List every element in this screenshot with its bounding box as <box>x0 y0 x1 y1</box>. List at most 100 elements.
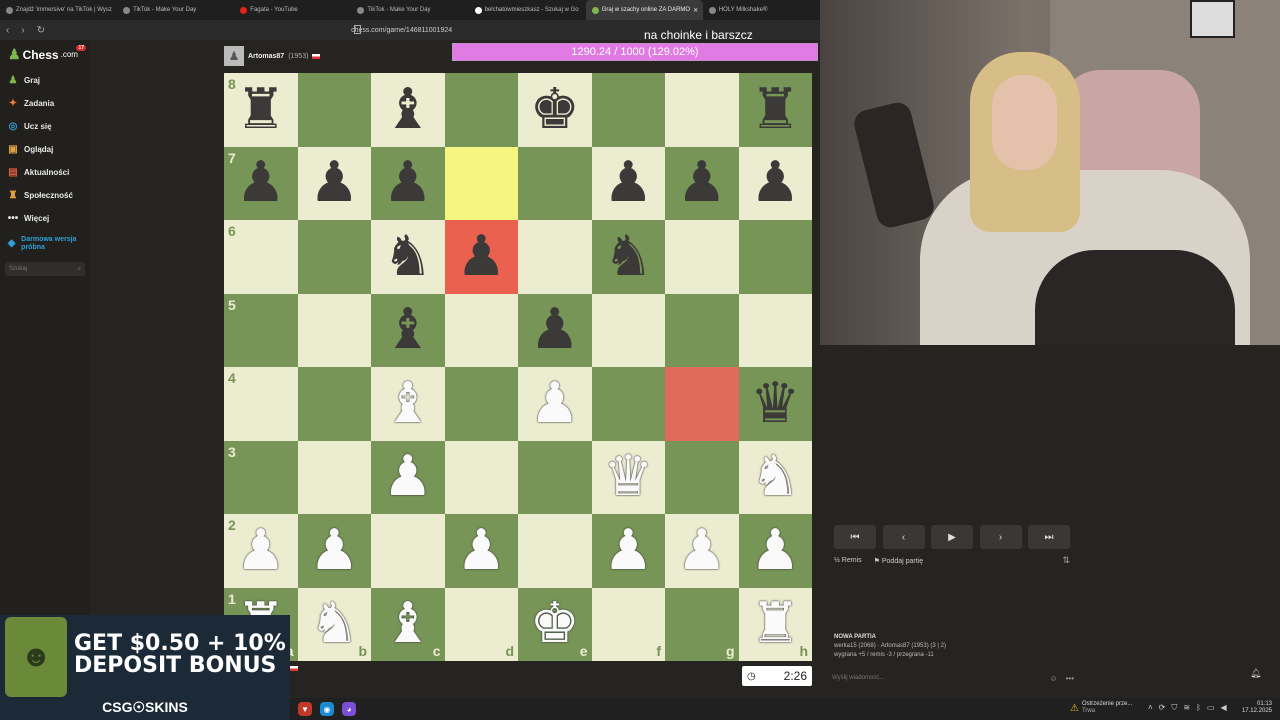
white-bishop-icon[interactable]: ♝ <box>383 596 433 652</box>
square-b4[interactable] <box>297 367 371 441</box>
square-g6[interactable] <box>665 220 739 294</box>
black-rook-icon[interactable]: ♜ <box>750 81 800 138</box>
square-h5[interactable] <box>738 293 812 367</box>
browser-tab[interactable]: belchatowmieszkasz - Szukaj w Go <box>469 0 586 20</box>
square-f2[interactable]: ♟ <box>591 514 665 588</box>
square-d7[interactable] <box>444 146 518 220</box>
square-g3[interactable] <box>665 440 739 514</box>
black-bishop-icon[interactable]: ♝ <box>383 302 433 358</box>
black-pawn-icon[interactable]: ♟ <box>236 155 286 211</box>
square-e1[interactable]: e ♚ <box>518 587 592 661</box>
square-c8[interactable]: ♝ <box>371 73 445 147</box>
white-pawn-icon[interactable]: ♟ <box>750 522 800 579</box>
black-pawn-icon[interactable]: ♟ <box>677 155 727 211</box>
square-a3[interactable]: 3 <box>224 440 298 514</box>
square-e8[interactable]: ♚ <box>518 73 592 147</box>
square-a4[interactable]: 4 <box>224 367 298 441</box>
square-g2[interactable]: ♟ <box>665 514 739 588</box>
black-knight-icon[interactable]: ♞ <box>383 228 433 285</box>
square-f3[interactable]: ♛ <box>591 440 665 514</box>
bluetooth-icon[interactable]: ᛒ <box>1196 703 1201 713</box>
square-a5[interactable]: 5 <box>224 293 298 367</box>
square-b7[interactable]: ♟ <box>297 146 371 220</box>
avatar[interactable]: ♟ <box>224 46 244 66</box>
square-b5[interactable] <box>297 293 371 367</box>
white-knight-icon[interactable]: ♞ <box>750 449 800 505</box>
edge-icon[interactable]: ◉ <box>320 702 334 716</box>
square-h8[interactable]: ♜ <box>738 73 812 147</box>
address-bar[interactable]: chess.com/game/146811001924 <box>351 27 452 34</box>
white-pawn-icon[interactable]: ♟ <box>530 375 580 432</box>
white-pawn-icon[interactable]: ♟ <box>236 522 286 579</box>
square-d4[interactable] <box>444 367 518 441</box>
square-b2[interactable]: ♟ <box>297 514 371 588</box>
square-c4[interactable]: ♝ <box>371 367 445 441</box>
brave-icon[interactable]: ▼ <box>298 702 312 716</box>
square-f1[interactable]: f <box>591 587 665 661</box>
square-a6[interactable]: 6 <box>224 220 298 294</box>
square-h2[interactable]: ♟ <box>738 514 812 588</box>
sidebar-item-trial[interactable]: ◆ Darmowa wersja próbna <box>0 230 90 258</box>
square-c6[interactable]: ♞ <box>371 220 445 294</box>
black-pawn-icon[interactable]: ♟ <box>456 228 506 285</box>
square-b3[interactable] <box>297 440 371 514</box>
square-g8[interactable] <box>665 73 739 147</box>
square-c7[interactable]: ♟ <box>371 146 445 220</box>
reload-icon[interactable]: ↻ <box>37 25 45 36</box>
square-h1[interactable]: h ♜ <box>738 587 812 661</box>
bookmark-icon[interactable] <box>354 25 361 34</box>
next-move-button[interactable]: › <box>979 525 1022 549</box>
black-pawn-icon[interactable]: ♟ <box>750 155 800 211</box>
square-f6[interactable]: ♞ <box>591 220 665 294</box>
browser-tab[interactable]: TikTok - Make Your Day <box>351 0 468 20</box>
black-rook-icon[interactable]: ♜ <box>236 81 286 138</box>
white-queen-icon[interactable]: ♛ <box>603 449 653 505</box>
square-f8[interactable] <box>591 73 665 147</box>
square-e4[interactable]: ♟ <box>518 367 592 441</box>
flip-board-icon[interactable]: ⇅ <box>1062 555 1070 566</box>
white-pawn-icon[interactable]: ♟ <box>383 449 433 505</box>
square-h6[interactable] <box>738 220 812 294</box>
square-d3[interactable] <box>444 440 518 514</box>
square-d2[interactable]: ♟ <box>444 514 518 588</box>
square-e3[interactable] <box>518 440 592 514</box>
discord-icon[interactable]: ◕ <box>342 702 356 716</box>
black-knight-icon[interactable]: ♞ <box>603 228 653 285</box>
black-king-icon[interactable]: ♚ <box>530 81 580 138</box>
square-c3[interactable]: ♟ <box>371 440 445 514</box>
browser-tab-active[interactable]: Graj w szachy online ZA DARMO ✕ <box>585 0 703 20</box>
square-f4[interactable] <box>591 367 665 441</box>
square-h4[interactable]: ♛ <box>738 367 812 441</box>
display-icon[interactable]: ▭ <box>1207 703 1215 713</box>
sidebar-item-learn[interactable]: ◎ Ucz się <box>0 115 90 138</box>
system-clock[interactable]: 01:13 17.12.2025 <box>1242 701 1272 715</box>
sidebar-item-play[interactable]: ♟ Graj <box>0 69 90 92</box>
close-tab-icon[interactable]: ✕ <box>693 7 698 14</box>
black-pawn-icon[interactable]: ♟ <box>603 155 653 211</box>
square-c2[interactable] <box>371 514 445 588</box>
shield-icon[interactable]: ⛉ <box>1171 703 1177 713</box>
black-pawn-icon[interactable]: ♟ <box>530 302 580 358</box>
browser-tab[interactable]: Fagata - YouTube <box>234 0 351 20</box>
sidebar-item-news[interactable]: ▤ Aktualności <box>0 161 90 184</box>
square-c5[interactable]: ♝ <box>371 293 445 367</box>
white-king-icon[interactable]: ♚ <box>530 596 580 652</box>
emoji-icon[interactable]: ☺ <box>1049 674 1057 683</box>
resign-button[interactable]: ⚑ Poddaj partię <box>874 557 924 565</box>
chesscom-logo[interactable]: ♟ Chess .com 17 <box>0 40 90 69</box>
sidebar-item-watch[interactable]: ▣ Oglądaj <box>0 138 90 161</box>
black-bishop-icon[interactable]: ♝ <box>383 81 433 138</box>
square-e6[interactable] <box>518 220 592 294</box>
sidebar-item-puzzles[interactable]: ✦ Zadania <box>0 92 90 115</box>
black-queen-icon[interactable]: ♛ <box>750 375 800 432</box>
chess-board[interactable]: 8♜♝♚♜7♟♟♟♟♟♟6♞♟♞5♝♟4♝♟♛3♟♛♞2♟♟♟♟♟♟1a♜b♞c… <box>224 73 812 661</box>
browser-tab[interactable]: Znajdź 'immersive' na TikTok | Wysz <box>0 0 117 20</box>
square-b6[interactable] <box>297 220 371 294</box>
square-g1[interactable]: g <box>665 587 739 661</box>
square-g5[interactable] <box>665 293 739 367</box>
white-pawn-icon[interactable]: ♟ <box>309 522 359 579</box>
more-options-icon[interactable]: ••• <box>1066 674 1074 683</box>
square-h3[interactable]: ♞ <box>738 440 812 514</box>
first-move-button[interactable]: ⏮ <box>834 525 876 549</box>
square-d8[interactable] <box>444 73 518 147</box>
